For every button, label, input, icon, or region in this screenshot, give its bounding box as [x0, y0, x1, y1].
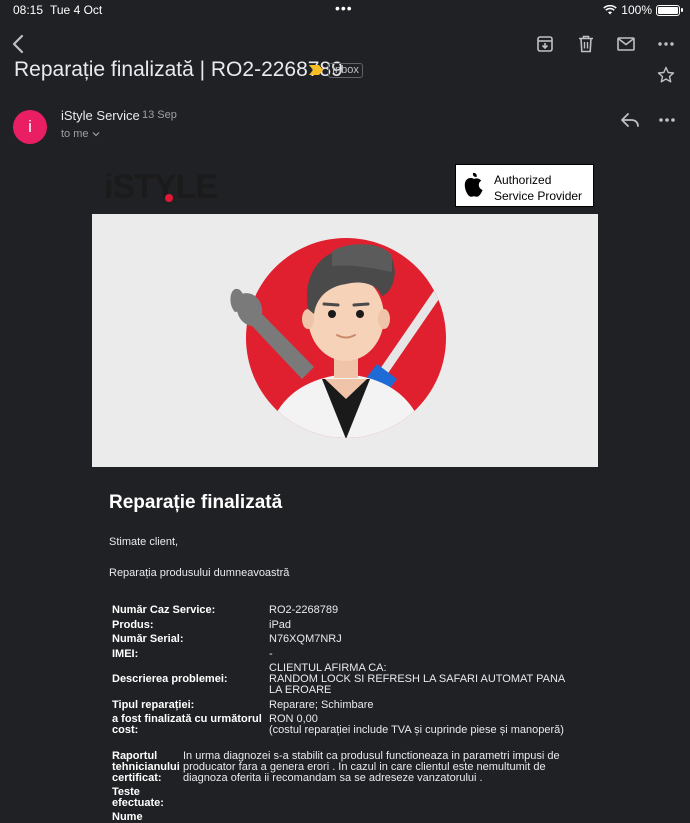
- intro-text: Reparația produsului dumneavoastră: [109, 567, 290, 579]
- body-heading: Reparație finalizată: [109, 492, 283, 513]
- problem-line-3: LA EROARE: [269, 684, 332, 696]
- imei-value: -: [269, 648, 273, 660]
- reply-icon[interactable]: [619, 110, 641, 130]
- inbox-label-badge[interactable]: Inbox: [328, 63, 363, 78]
- repair-type-label: Tipul reparației:: [112, 699, 195, 711]
- problem-label: Descrierea problemei:: [112, 673, 228, 685]
- serial-value: N76XQM7NRJ: [269, 633, 342, 645]
- cost-note: (costul reparației include TVA și cuprin…: [269, 724, 564, 736]
- more-horizontal-icon: [658, 42, 674, 46]
- archive-icon: [537, 36, 553, 52]
- imei-label: IMEI:: [112, 648, 139, 660]
- case-number-value: RO2-2268789: [269, 604, 339, 616]
- authorized-service-provider-badge: Authorized Service Provider: [455, 164, 594, 207]
- serial-label: Număr Serial:: [112, 633, 184, 645]
- technician-illustration: [92, 214, 598, 467]
- status-bar: 08:15 Tue 4 Oct ••• 100%: [0, 0, 690, 22]
- sender-avatar[interactable]: i: [13, 110, 47, 144]
- cost-label-line-2: cost:: [112, 724, 139, 736]
- badge-line-1: Authorized: [494, 173, 552, 187]
- greeting-text: Stimate client,: [109, 536, 179, 548]
- product-value: iPad: [269, 619, 292, 631]
- important-marker-icon[interactable]: [309, 65, 323, 75]
- sender-row: i iStyle Service 13 Sep to me: [0, 100, 690, 150]
- case-number-label: Număr Caz Service:: [112, 604, 216, 616]
- trash-icon: [579, 35, 593, 53]
- delete-button[interactable]: [574, 32, 598, 56]
- tests-label-line-2: efectuate:: [112, 797, 164, 809]
- back-button[interactable]: [6, 32, 30, 56]
- status-date: Tue 4 Oct: [50, 3, 103, 17]
- subject-row: Reparație finalizată | RO2-2268789 Inbox: [0, 58, 690, 88]
- sender-name[interactable]: iStyle Service: [61, 108, 140, 123]
- more-horizontal-icon[interactable]: [656, 110, 678, 130]
- recipient-details-toggle[interactable]: to me: [61, 128, 100, 140]
- status-time: 08:15: [13, 3, 44, 17]
- istyle-logo-dot: [165, 194, 173, 202]
- star-icon[interactable]: [657, 66, 675, 84]
- email-subject: Reparație finalizată | RO2-2268789: [14, 58, 343, 81]
- battery-percent: 100%: [621, 3, 652, 17]
- recipient-label: to me: [61, 128, 89, 140]
- battery-icon: [656, 4, 683, 16]
- sent-date: 13 Sep: [142, 109, 177, 121]
- chevron-down-icon: [92, 132, 99, 137]
- technician-image: [230, 238, 446, 438]
- chevron-left-icon: [12, 34, 24, 54]
- more-options-button[interactable]: [654, 32, 678, 56]
- multitasking-dots-icon[interactable]: •••: [335, 0, 353, 16]
- tech-report-label-line-3: certificat:: [112, 772, 162, 784]
- product-label: Produs:: [112, 619, 154, 631]
- name-label: Nume: [112, 811, 143, 823]
- repair-type-value: Reparare; Schimbare: [269, 699, 374, 711]
- tech-report-line-3: diagnoza oferita ii recomandam sa se adr…: [183, 772, 483, 784]
- badge-line-2: Service Provider: [494, 189, 583, 203]
- mark-unread-button[interactable]: [614, 32, 638, 56]
- istyle-logo: iSTYLE: [104, 168, 218, 206]
- apple-logo-icon: [464, 172, 483, 197]
- mail-icon: [617, 37, 635, 51]
- archive-button[interactable]: [533, 32, 557, 56]
- wifi-icon: [603, 5, 618, 15]
